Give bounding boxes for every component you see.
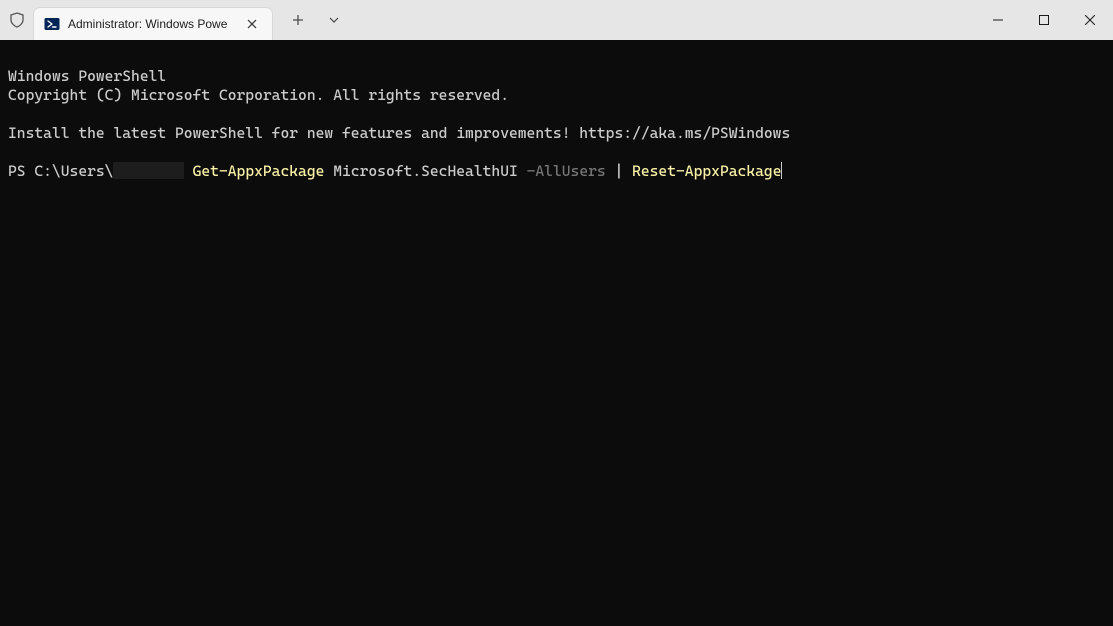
tab-close-button[interactable] [242,14,262,34]
cmdlet-get: Get-AppxPackage [193,162,325,180]
cmd-arg: Microsoft.SecHealthUI [324,162,526,180]
tab-dropdown-button[interactable] [316,6,352,34]
window-controls [975,0,1113,40]
banner-line: Install the latest PowerShell for new fe… [8,124,790,142]
cmdlet-reset: Reset-AppxPackage [632,162,781,180]
prompt-suffix [184,162,193,180]
plus-icon [292,14,304,26]
tab-title: Administrator: Windows Powe [68,17,238,31]
tab-powershell[interactable]: Administrator: Windows Powe [34,8,272,40]
cmd-param: -AllUsers [527,162,606,180]
titlebar-left: Administrator: Windows Powe [0,0,975,40]
minimize-icon [993,15,1003,25]
maximize-icon [1039,15,1049,25]
admin-shield-icon [0,12,34,28]
close-icon [1085,15,1095,25]
prompt-line: PS C:\Users\ Get-AppxPackage Microsoft.S… [8,162,782,180]
powershell-icon [44,16,60,32]
minimize-button[interactable] [975,0,1021,40]
maximize-button[interactable] [1021,0,1067,40]
close-icon [247,19,257,29]
text-cursor [781,162,782,179]
banner-line: Copyright (C) Microsoft Corporation. All… [8,86,509,104]
prompt-prefix: PS C:\Users\ [8,162,113,180]
terminal-output[interactable]: Windows PowerShell Copyright (C) Microso… [0,40,1113,626]
new-tab-button[interactable] [280,6,316,34]
close-window-button[interactable] [1067,0,1113,40]
titlebar: Administrator: Windows Powe [0,0,1113,40]
chevron-down-icon [328,14,340,26]
banner-line: Windows PowerShell [8,67,166,85]
redacted-username [113,162,183,179]
cmd-pipe: | [606,162,632,180]
